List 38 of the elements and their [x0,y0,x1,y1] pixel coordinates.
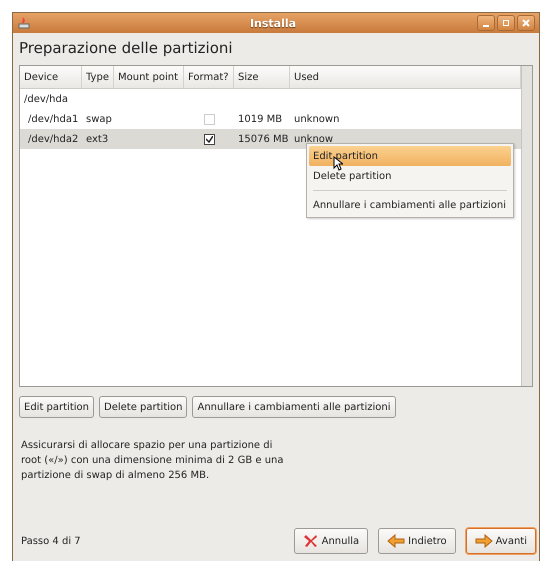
menu-item[interactable]: Annullare i cambiamenti alle partizioni [309,195,511,215]
minimize-button[interactable] [477,15,495,31]
close-icon [522,19,530,27]
table-cell-text: 1019 MB [237,114,282,124]
scrollbar[interactable] [521,66,532,386]
menu-item[interactable]: Edit partition [309,146,511,166]
column-header[interactable]: Mount point [114,66,184,88]
window-title: Installa [248,16,298,30]
next-button[interactable]: Avanti [466,528,536,554]
column-header[interactable]: Size [234,66,290,88]
maximize-button[interactable] [497,15,515,31]
table-cell-text: swap [85,114,112,124]
action-button[interactable]: Delete partition [99,396,188,418]
cross-icon [302,533,319,549]
left-arrow-icon [387,534,406,548]
right-arrow-icon [474,534,493,548]
column-header[interactable]: Type [82,66,114,88]
action-button[interactable]: Annullare i cambiamenti alle partizioni [192,396,396,418]
maximize-icon [502,19,510,27]
close-button[interactable] [517,15,535,31]
column-header[interactable]: Device [20,66,82,88]
step-label: Passo 4 di 7 [21,536,81,546]
table-cell-text: ext3 [85,134,108,144]
menu-item[interactable]: Delete partition [309,166,511,186]
table-cell-text: /dev/hda [23,94,68,104]
action-button[interactable]: Edit partition [19,396,94,418]
table-cell-text: 15076 MB [237,134,288,144]
table-cell-text: unknown [293,114,340,124]
hint-text: Assicurarsi di allocare spazio per una partizione di root («/») con una dimensione minima di 2 GB e una partizione di swap di almeno 256 MB. [21,439,285,483]
cancel-button[interactable]: Annulla [294,528,368,554]
column-header[interactable]: Format? [184,66,234,88]
table-cell-text: /dev/hda2 [27,134,78,144]
installer-icon [17,16,31,30]
back-button[interactable]: Indietro [378,528,456,554]
table-cell-text: unknow [293,134,334,144]
page-heading: Preparazione delle partizioni [18,38,234,59]
format-checkbox[interactable] [204,134,214,144]
table-cell-text: /dev/hda1 [27,114,78,124]
